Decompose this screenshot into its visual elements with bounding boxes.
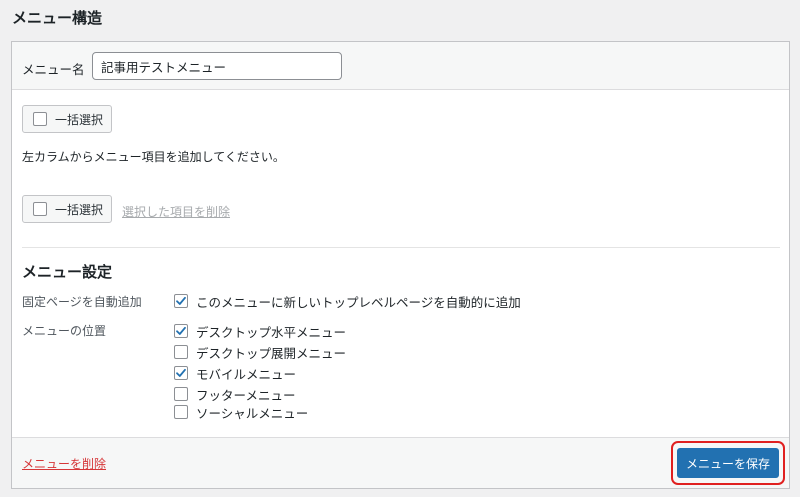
- location-option-desktop-expanded[interactable]: デスクトップ展開メニュー: [174, 344, 347, 361]
- section-divider: [22, 247, 780, 248]
- checkmark-icon: [176, 296, 186, 305]
- bulk-select-checkbox-icon: [33, 202, 47, 216]
- bulk-select-checkbox-icon: [33, 112, 47, 126]
- location-option-label: フッターメニュー: [196, 387, 296, 403]
- checkmark-icon: [176, 368, 186, 377]
- page-title: メニュー構造: [12, 9, 103, 27]
- menu-settings-title: メニュー設定: [22, 263, 113, 281]
- bulk-select-button-top[interactable]: 一括選択: [22, 105, 112, 133]
- instruction-text: 左カラムからメニュー項目を追加してください。: [22, 150, 285, 164]
- bulk-select-label: 一括選択: [55, 112, 104, 127]
- location-option-social[interactable]: ソーシャルメニュー: [174, 404, 309, 421]
- remove-selected-link[interactable]: 選択した項目を削除: [122, 203, 230, 220]
- bulk-select-label: 一括選択: [55, 202, 104, 217]
- save-menu-button[interactable]: メニューを保存: [677, 448, 779, 478]
- auto-add-label: 固定ページを自動追加: [22, 295, 142, 309]
- menu-name-bar: メニュー名: [12, 42, 789, 90]
- menu-name-input[interactable]: [92, 52, 342, 80]
- location-option-mobile[interactable]: モバイルメニュー: [174, 365, 297, 382]
- location-option-label: ソーシャルメニュー: [196, 405, 309, 421]
- location-option-desktop-horizontal[interactable]: デスクトップ水平メニュー: [174, 323, 347, 340]
- save-button-highlight: メニューを保存: [671, 441, 785, 485]
- menu-structure-panel: メニュー名 一括選択 左カラムからメニュー項目を追加してください。 一括選択 選…: [11, 41, 790, 489]
- location-checkbox[interactable]: [174, 345, 188, 359]
- delete-menu-link[interactable]: メニューを削除: [22, 455, 106, 472]
- location-checkbox[interactable]: [174, 405, 188, 419]
- auto-add-checkbox[interactable]: [174, 294, 188, 308]
- checkmark-icon: [176, 326, 186, 335]
- location-option-label: モバイルメニュー: [196, 366, 297, 382]
- menu-location-label: メニューの位置: [22, 324, 107, 338]
- bulk-select-button-bottom[interactable]: 一括選択: [22, 195, 112, 223]
- location-checkbox[interactable]: [174, 366, 188, 380]
- auto-add-option-label: このメニューに新しいトップレベルページを自動的に追加: [196, 294, 521, 310]
- location-option-label: デスクトップ水平メニュー: [196, 324, 347, 340]
- location-checkbox[interactable]: [174, 324, 188, 338]
- location-checkbox[interactable]: [174, 387, 188, 401]
- panel-footer: メニューを削除 メニューを保存: [12, 437, 789, 488]
- menu-name-label: メニュー名: [22, 62, 85, 77]
- location-option-label: デスクトップ展開メニュー: [196, 345, 347, 361]
- location-option-footer[interactable]: フッターメニュー: [174, 386, 296, 403]
- auto-add-option[interactable]: このメニューに新しいトップレベルページを自動的に追加: [174, 293, 521, 310]
